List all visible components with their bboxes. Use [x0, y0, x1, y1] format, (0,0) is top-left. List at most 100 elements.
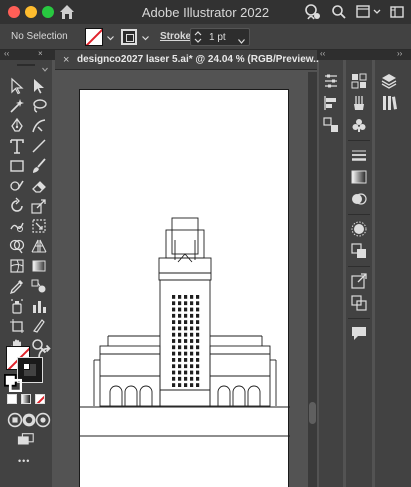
tower-window: [172, 320, 176, 324]
tower-window: [172, 345, 176, 350]
tower-window: [172, 351, 176, 356]
swatches-icon[interactable]: [350, 72, 368, 90]
draw-normal-icon[interactable]: [6, 411, 23, 428]
tower-window: [178, 383, 182, 387]
rotate-icon[interactable]: [8, 197, 26, 215]
tower-window: [178, 320, 182, 324]
stroke-stepper-icon[interactable]: [194, 30, 202, 44]
layers-icon[interactable]: [380, 72, 398, 90]
transparency-icon[interactable]: [350, 190, 368, 208]
tower-window: [184, 376, 188, 381]
search-icon[interactable]: [330, 3, 348, 21]
tower-window: [184, 364, 188, 369]
fill-swatch[interactable]: [85, 28, 103, 46]
close-document-icon[interactable]: ×: [63, 54, 69, 66]
gradient-panel-icon[interactable]: [350, 168, 368, 186]
pen-icon[interactable]: [8, 117, 26, 135]
direct-selection-icon[interactable]: [8, 77, 26, 95]
libraries-icon[interactable]: [380, 94, 398, 112]
magic-wand-icon[interactable]: [8, 97, 26, 115]
align-icon[interactable]: [322, 94, 340, 112]
mesh-icon[interactable]: [8, 257, 26, 275]
vertical-scrollbar[interactable]: [308, 72, 317, 487]
lasso-icon[interactable]: [30, 97, 48, 115]
tower-window: [178, 339, 182, 343]
eraser-icon[interactable]: [30, 177, 48, 195]
panel-separator: [348, 140, 370, 141]
symbols-icon[interactable]: [350, 116, 368, 134]
tools-options-icon[interactable]: [42, 64, 48, 72]
building-artwork[interactable]: [80, 90, 290, 487]
artboard[interactable]: [79, 89, 290, 487]
curvature-icon[interactable]: [30, 117, 48, 135]
tower-window: [190, 313, 194, 318]
swap-colors-icon[interactable]: [36, 344, 51, 358]
artboards-icon[interactable]: [350, 294, 368, 312]
tower-window: [190, 307, 194, 312]
tower-window: [190, 345, 194, 350]
close-tools-icon[interactable]: ×: [38, 49, 43, 58]
draw-inside-icon[interactable]: [34, 411, 51, 428]
tower-window: [184, 370, 188, 375]
stroke-swatch[interactable]: [121, 29, 137, 45]
edit-toolbar-button[interactable]: •••: [18, 456, 30, 466]
warp-icon[interactable]: [8, 217, 26, 235]
gradient-icon[interactable]: [30, 257, 48, 275]
arrange-chevron-icon[interactable]: [372, 3, 382, 21]
selection-status: No Selection: [11, 31, 68, 42]
canvas[interactable]: [55, 71, 317, 487]
stroke-panel-icon[interactable]: [350, 146, 368, 164]
blend-icon[interactable]: [30, 277, 48, 295]
symbol-sprayer-icon[interactable]: [8, 297, 26, 315]
graphic-styles-icon[interactable]: [350, 242, 368, 260]
tower-window: [172, 301, 176, 306]
share-user-icon[interactable]: [303, 3, 321, 21]
selection-icon[interactable]: [30, 77, 48, 95]
shape-builder-icon[interactable]: [8, 237, 26, 255]
properties-icon[interactable]: [322, 72, 340, 90]
color-mode-button[interactable]: [7, 394, 17, 404]
stroke-chevron-icon[interactable]: [142, 33, 149, 41]
panel-dock-left: [319, 60, 343, 487]
rectangle-icon[interactable]: [8, 157, 26, 175]
shaper-icon[interactable]: [8, 177, 26, 195]
tower-window: [172, 383, 176, 387]
paintbrush-icon[interactable]: [30, 157, 48, 175]
default-colors-icon[interactable]: [4, 374, 22, 392]
tower-window: [184, 345, 188, 350]
panel-separator: [348, 214, 370, 215]
comments-icon[interactable]: [350, 324, 368, 342]
arrange-documents-icon[interactable]: [354, 3, 372, 21]
document-tab[interactable]: × designco2027 laser 5.ai* @ 24.04 % (RG…: [55, 50, 322, 70]
scrollbar-thumb[interactable]: [309, 402, 316, 424]
perspective-grid-icon[interactable]: [30, 237, 48, 255]
draw-behind-icon[interactable]: [20, 411, 36, 427]
type-icon[interactable]: [8, 137, 26, 155]
fill-chevron-icon[interactable]: [107, 33, 114, 41]
eyedropper-icon[interactable]: [8, 277, 26, 295]
stroke-weight-chevron-icon[interactable]: [238, 35, 245, 44]
expand-panels-right-icon[interactable]: ››: [397, 49, 402, 58]
tools-grip[interactable]: [17, 64, 35, 66]
collapse-tools-icon[interactable]: ‹‹: [4, 49, 9, 58]
tower-window: [190, 364, 194, 369]
appearance-icon[interactable]: [350, 220, 368, 238]
brushes-icon[interactable]: [350, 94, 368, 112]
none-mode-button[interactable]: [35, 394, 45, 404]
artboard-icon[interactable]: [8, 317, 26, 335]
tower-window: [196, 295, 200, 299]
export-icon[interactable]: [350, 272, 368, 290]
gradient-mode-button[interactable]: [21, 394, 31, 404]
tower-window: [190, 358, 194, 362]
line-segment-icon[interactable]: [30, 137, 48, 155]
transform-icon[interactable]: [322, 116, 340, 134]
workspace-icon[interactable]: [388, 3, 406, 21]
screen-mode-icon[interactable]: [17, 431, 37, 447]
stroke-weight-field[interactable]: 1 pt: [190, 28, 250, 46]
slice-icon[interactable]: [30, 317, 48, 335]
column-graph-icon[interactable]: [30, 297, 48, 315]
scale-icon[interactable]: [30, 197, 48, 215]
tower-window: [196, 370, 200, 375]
title-bar: Adobe Illustrator 2022: [0, 0, 411, 24]
free-transform-icon[interactable]: [30, 217, 48, 235]
